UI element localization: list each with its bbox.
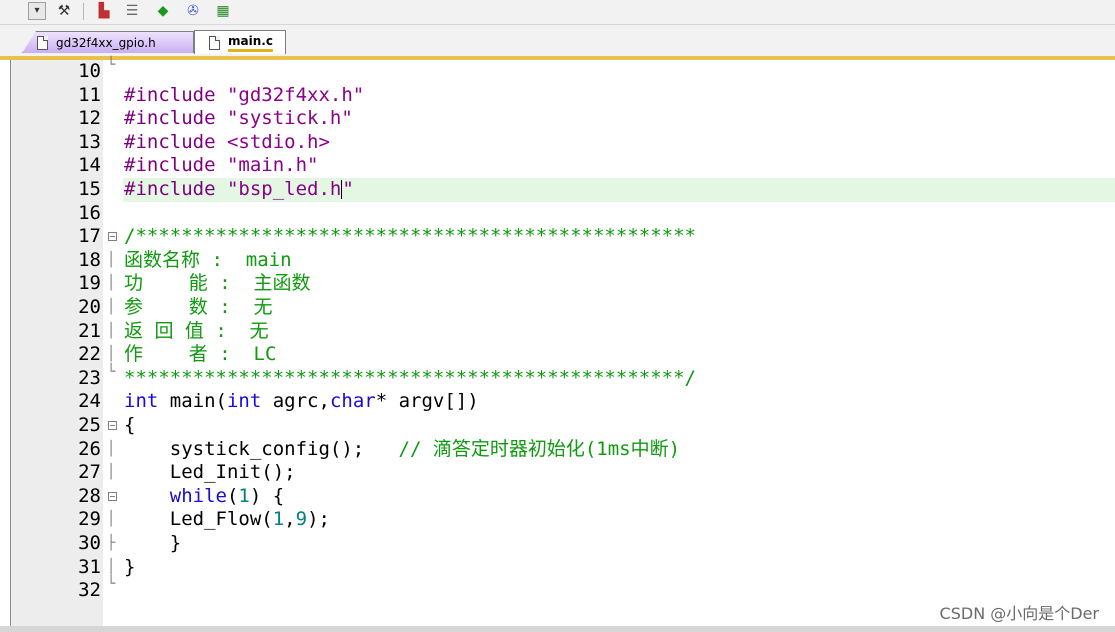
code-line: 13 #include <stdio.h> xyxy=(11,131,1115,155)
code-text: { xyxy=(124,414,136,436)
code-line: 29 │ Led_Flow(1,9); xyxy=(11,508,1115,532)
fold-line-marker: │ xyxy=(107,299,116,315)
code-text: 作 者 : LC xyxy=(124,343,277,366)
line-number: 26 xyxy=(78,437,101,460)
line-number: 32 xyxy=(78,579,101,602)
code-text: int main(int agrc,char* argv[]) xyxy=(124,390,479,413)
fold-line-marker: │ xyxy=(107,464,116,481)
line-number: 14 xyxy=(78,154,101,177)
code-text: #include <stdio.h> xyxy=(124,130,330,153)
code-text: } xyxy=(124,555,136,578)
code-text: #include "bsp_led.h" xyxy=(124,178,354,200)
file-icon xyxy=(209,35,220,50)
wrench-icon[interactable]: ✇ xyxy=(183,1,203,21)
code-text: #include "main.h" xyxy=(124,154,319,177)
code-line: 25 { xyxy=(11,414,1115,438)
fold-end-marker: └ xyxy=(107,576,116,593)
fold-line-marker: │ xyxy=(107,511,116,528)
line-number: 19 xyxy=(78,272,101,295)
tab-bar: gd32f4xx_gpio.h main.c xyxy=(0,25,1115,58)
diamond-icon[interactable]: ◆ xyxy=(153,1,173,21)
build-icon[interactable]: ▙ xyxy=(94,1,114,21)
code-text: systick_config(); // 滴答定时器初始化(1ms中断) xyxy=(124,437,681,460)
dropdown-icon[interactable]: ▾ xyxy=(28,2,46,20)
code-text: ****************************************… xyxy=(124,366,696,389)
fold-collapse-icon[interactable] xyxy=(108,232,117,242)
code-line: 10 └ xyxy=(11,57,1115,84)
line-number: 10 xyxy=(78,60,101,82)
code-editor[interactable]: 10 └ 11 #include "gd32f4xx.h" 12 #includ… xyxy=(10,57,1115,626)
line-number: 20 xyxy=(78,296,101,318)
code-text: 参 数 : 无 xyxy=(124,296,273,318)
code-line: 12 #include "systick.h" xyxy=(11,107,1115,131)
line-number: 16 xyxy=(78,201,101,224)
line-number: 23 xyxy=(78,366,101,389)
code-text: 函数名称 : main xyxy=(124,248,292,271)
code-line: 18 │ 函数名称 : main xyxy=(11,249,1115,273)
code-line: 20 │ 参 数 : 无 xyxy=(11,296,1115,320)
code-text: Led_Init(); xyxy=(124,461,296,484)
code-text: /***************************************… xyxy=(124,225,696,248)
line-number: 29 xyxy=(78,508,101,531)
horizontal-scrollbar[interactable] xyxy=(0,626,1115,632)
line-number: 24 xyxy=(78,390,101,413)
code-line: 28 while(1) { xyxy=(11,485,1115,509)
line-number: 12 xyxy=(78,107,101,130)
code-text: while(1) { xyxy=(169,484,285,507)
line-number: 18 xyxy=(78,248,101,271)
fold-end-marker: ├ xyxy=(107,535,116,551)
code-text: 返 回 值 : 无 xyxy=(124,319,269,342)
tab-main-c[interactable]: main.c xyxy=(194,30,286,54)
fold-line-marker: │ xyxy=(107,322,116,339)
code-line: 30 ├ } xyxy=(11,532,1115,556)
code-text: #include "gd32f4xx.h" xyxy=(124,83,365,106)
code-line: 26 │ systick_config(); // 滴答定时器初始化(1ms中断… xyxy=(11,438,1115,462)
code-line: 17 /************************************… xyxy=(11,225,1115,249)
fold-collapse-icon[interactable] xyxy=(108,491,117,501)
line-number: 25 xyxy=(78,414,101,436)
line-number: 27 xyxy=(78,461,101,484)
wand-icon[interactable]: ⚒ xyxy=(54,1,74,21)
code-line: 31 │ } xyxy=(11,556,1115,580)
tab-label: main.c xyxy=(228,34,273,52)
code-line: 23 └ ***********************************… xyxy=(11,364,1115,391)
code-line: 16 xyxy=(11,202,1115,226)
code-text: #include "systick.h" xyxy=(124,107,353,130)
fold-line-marker: │ xyxy=(107,275,116,292)
code-line: 22 │ 作 者 : LC xyxy=(11,343,1115,367)
toolbar: ▾ ⚒ ▙ ☰ ◆ ✇ ▦ xyxy=(0,0,1115,25)
line-number: 15 xyxy=(78,178,101,200)
file-icon xyxy=(37,35,48,50)
line-number: 31 xyxy=(78,555,101,578)
tab-label: gd32f4xx_gpio.h xyxy=(56,35,156,50)
fold-end-marker: └ xyxy=(107,57,116,73)
toolbar-separator xyxy=(83,3,84,20)
code-line: 21 │ 返 回 值 : 无 xyxy=(11,320,1115,344)
line-number: 21 xyxy=(78,319,101,342)
watermark: CSDN @小向是个Der xyxy=(939,604,1099,623)
line-number: 22 xyxy=(78,343,101,366)
code-line: 11 #include "gd32f4xx.h" xyxy=(11,84,1115,108)
line-number: 17 xyxy=(78,225,101,248)
books-icon[interactable]: ▦ xyxy=(213,1,233,21)
stack-icon[interactable]: ☰ xyxy=(122,1,142,21)
line-number: 11 xyxy=(78,83,101,106)
line-number: 28 xyxy=(78,484,101,507)
code-line-current: 15 #include "bsp_led.h" xyxy=(11,178,1115,202)
line-number: 30 xyxy=(78,532,101,554)
fold-line-marker: │ xyxy=(107,251,116,268)
code-line: 14 #include "main.h" xyxy=(11,154,1115,178)
code-text: 功 能 : 主函数 xyxy=(124,272,311,295)
fold-line-marker: │ xyxy=(107,440,116,457)
line-number: 13 xyxy=(78,130,101,153)
code-line: 27 │ Led_Init(); xyxy=(11,461,1115,485)
code-text: } xyxy=(124,532,182,554)
code-text: Led_Flow(1,9); xyxy=(124,508,330,531)
fold-end-marker: └ xyxy=(107,363,116,380)
code-line: 19 │ 功 能 : 主函数 xyxy=(11,272,1115,296)
code-line: 24 int main(int agrc,char* argv[]) xyxy=(11,390,1115,414)
fold-collapse-icon[interactable] xyxy=(108,421,117,430)
tab-gd32f4xx-gpio-h[interactable]: gd32f4xx_gpio.h xyxy=(22,31,194,53)
